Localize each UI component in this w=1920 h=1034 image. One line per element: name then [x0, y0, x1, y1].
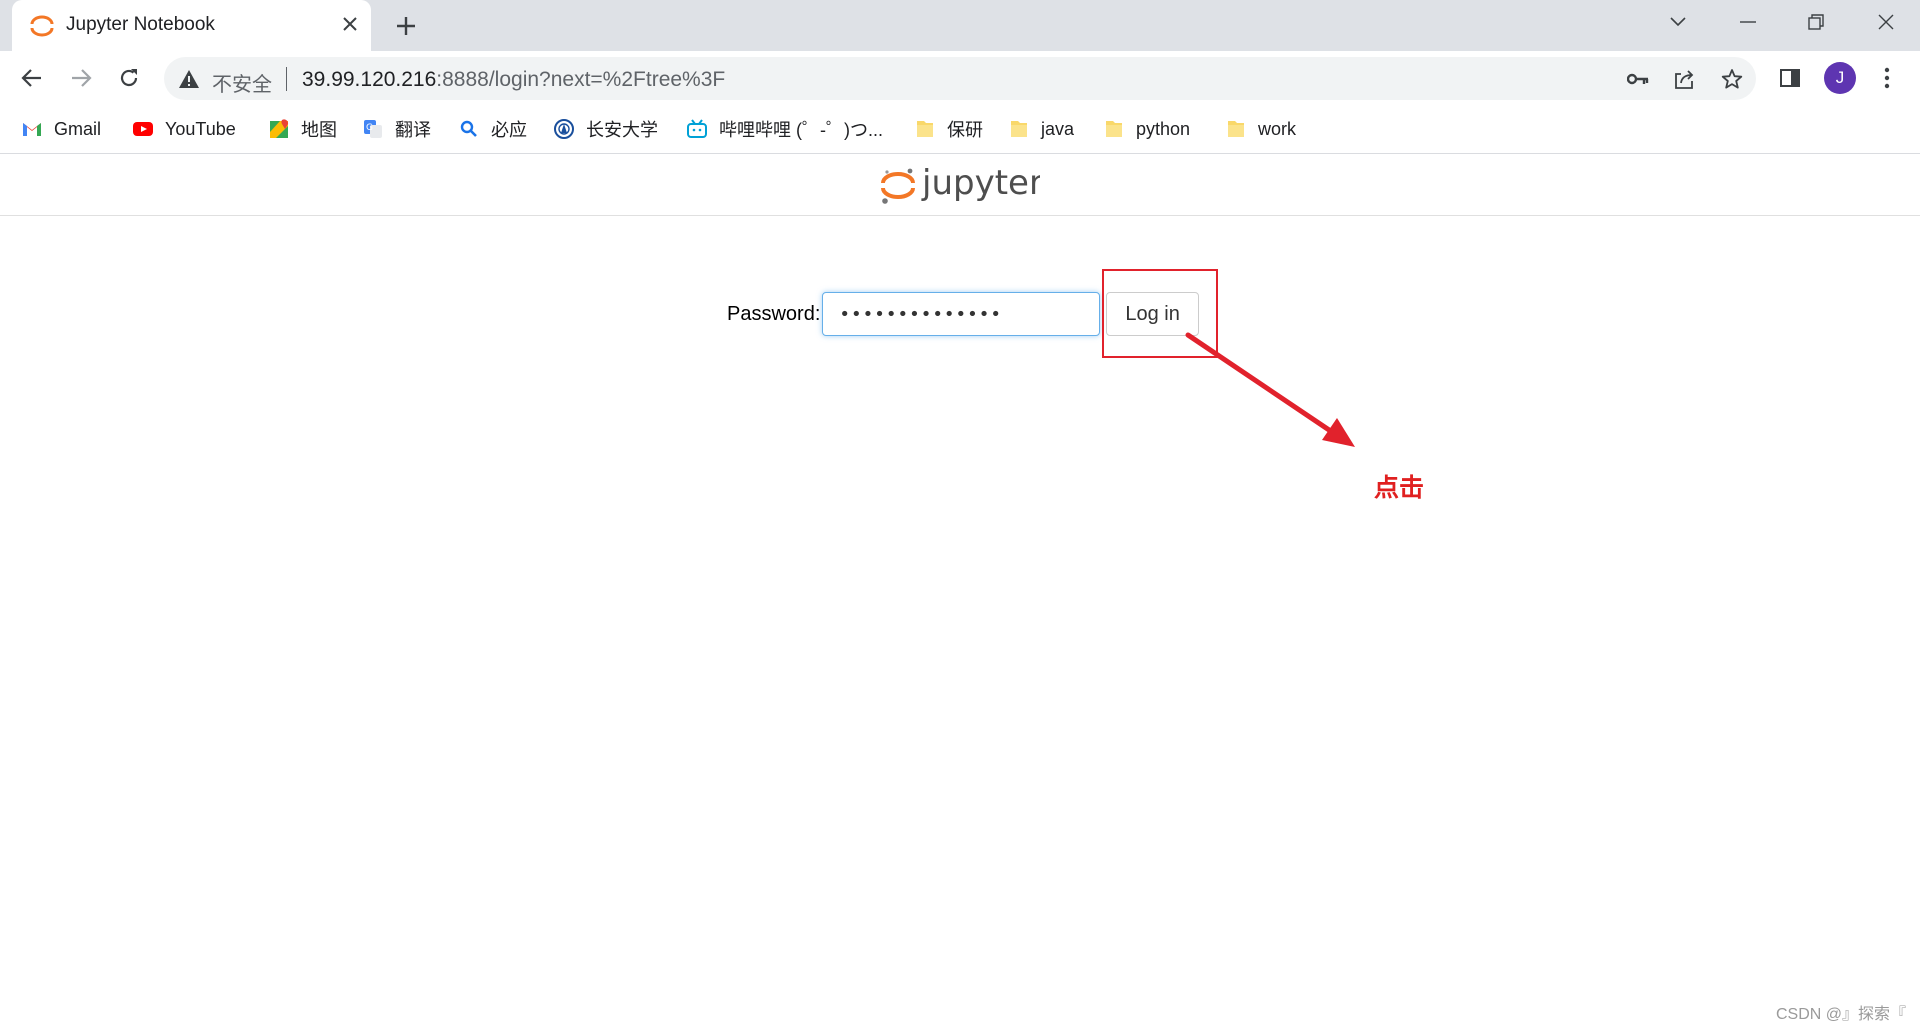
- watermark-text: CSDN @』探索『: [1775, 1006, 1906, 1023]
- annotation-label: 点击: [1374, 473, 1425, 502]
- annotation-arrow: [1185, 332, 1355, 447]
